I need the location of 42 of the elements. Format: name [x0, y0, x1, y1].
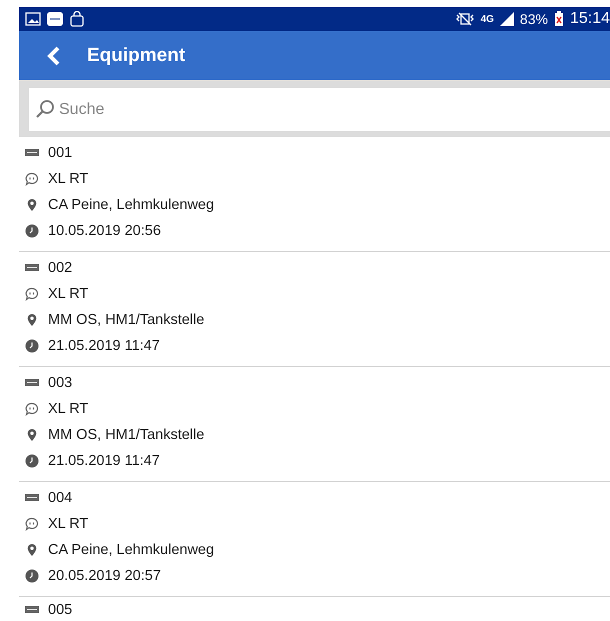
clock-icon	[25, 454, 39, 468]
clock-time: 15:14	[570, 10, 610, 28]
location-text: CA Peine, Lehmkulenweg	[48, 542, 214, 558]
equipment-number: 004	[48, 490, 72, 506]
card-icon	[47, 11, 63, 27]
speech-bubble-icon	[25, 287, 39, 301]
network-type: 4G	[480, 14, 494, 24]
location-text: CA Peine, Lehmkulenweg	[48, 197, 214, 213]
clock-icon	[25, 569, 39, 583]
timestamp: 21.05.2019 11:47	[48, 453, 160, 469]
location-pin-icon	[25, 313, 39, 327]
equipment-number: 002	[48, 260, 72, 276]
back-icon[interactable]	[47, 46, 61, 66]
speech-bubble-icon	[25, 402, 39, 416]
battery-percent: 83%	[520, 11, 548, 27]
clock-icon	[25, 339, 39, 353]
speech-bubble-icon	[25, 172, 39, 186]
page-title: Equipment	[87, 44, 186, 66]
location-text: MM OS, HM1/Tankstelle	[48, 427, 204, 443]
model-name: XL RT	[48, 171, 88, 187]
speech-bubble-icon	[25, 517, 39, 531]
timestamp: 20.05.2019 20:57	[48, 568, 161, 584]
model-name: XL RT	[48, 401, 88, 417]
equipment-number: 001	[48, 145, 72, 161]
model-name: XL RT	[48, 286, 88, 302]
location-text: MM OS, HM1/Tankstelle	[48, 312, 204, 328]
equipment-number: 005	[48, 602, 72, 618]
location-pin-icon	[25, 198, 39, 212]
model-name: XL RT	[48, 516, 88, 532]
signal-icon	[500, 12, 514, 26]
search-field[interactable]: Suche	[29, 88, 610, 131]
battery-icon	[554, 11, 564, 27]
timestamp: 21.05.2019 11:47	[48, 338, 160, 354]
clock-icon	[25, 224, 39, 238]
vibrate-mute-icon	[454, 11, 475, 27]
timestamp: 10.05.2019 20:56	[48, 223, 161, 239]
equipment-number: 003	[48, 375, 72, 391]
location-pin-icon	[25, 428, 39, 442]
shopping-bag-icon	[69, 11, 85, 27]
image-icon	[25, 11, 41, 27]
search-icon	[35, 99, 55, 119]
location-pin-icon	[25, 543, 39, 557]
